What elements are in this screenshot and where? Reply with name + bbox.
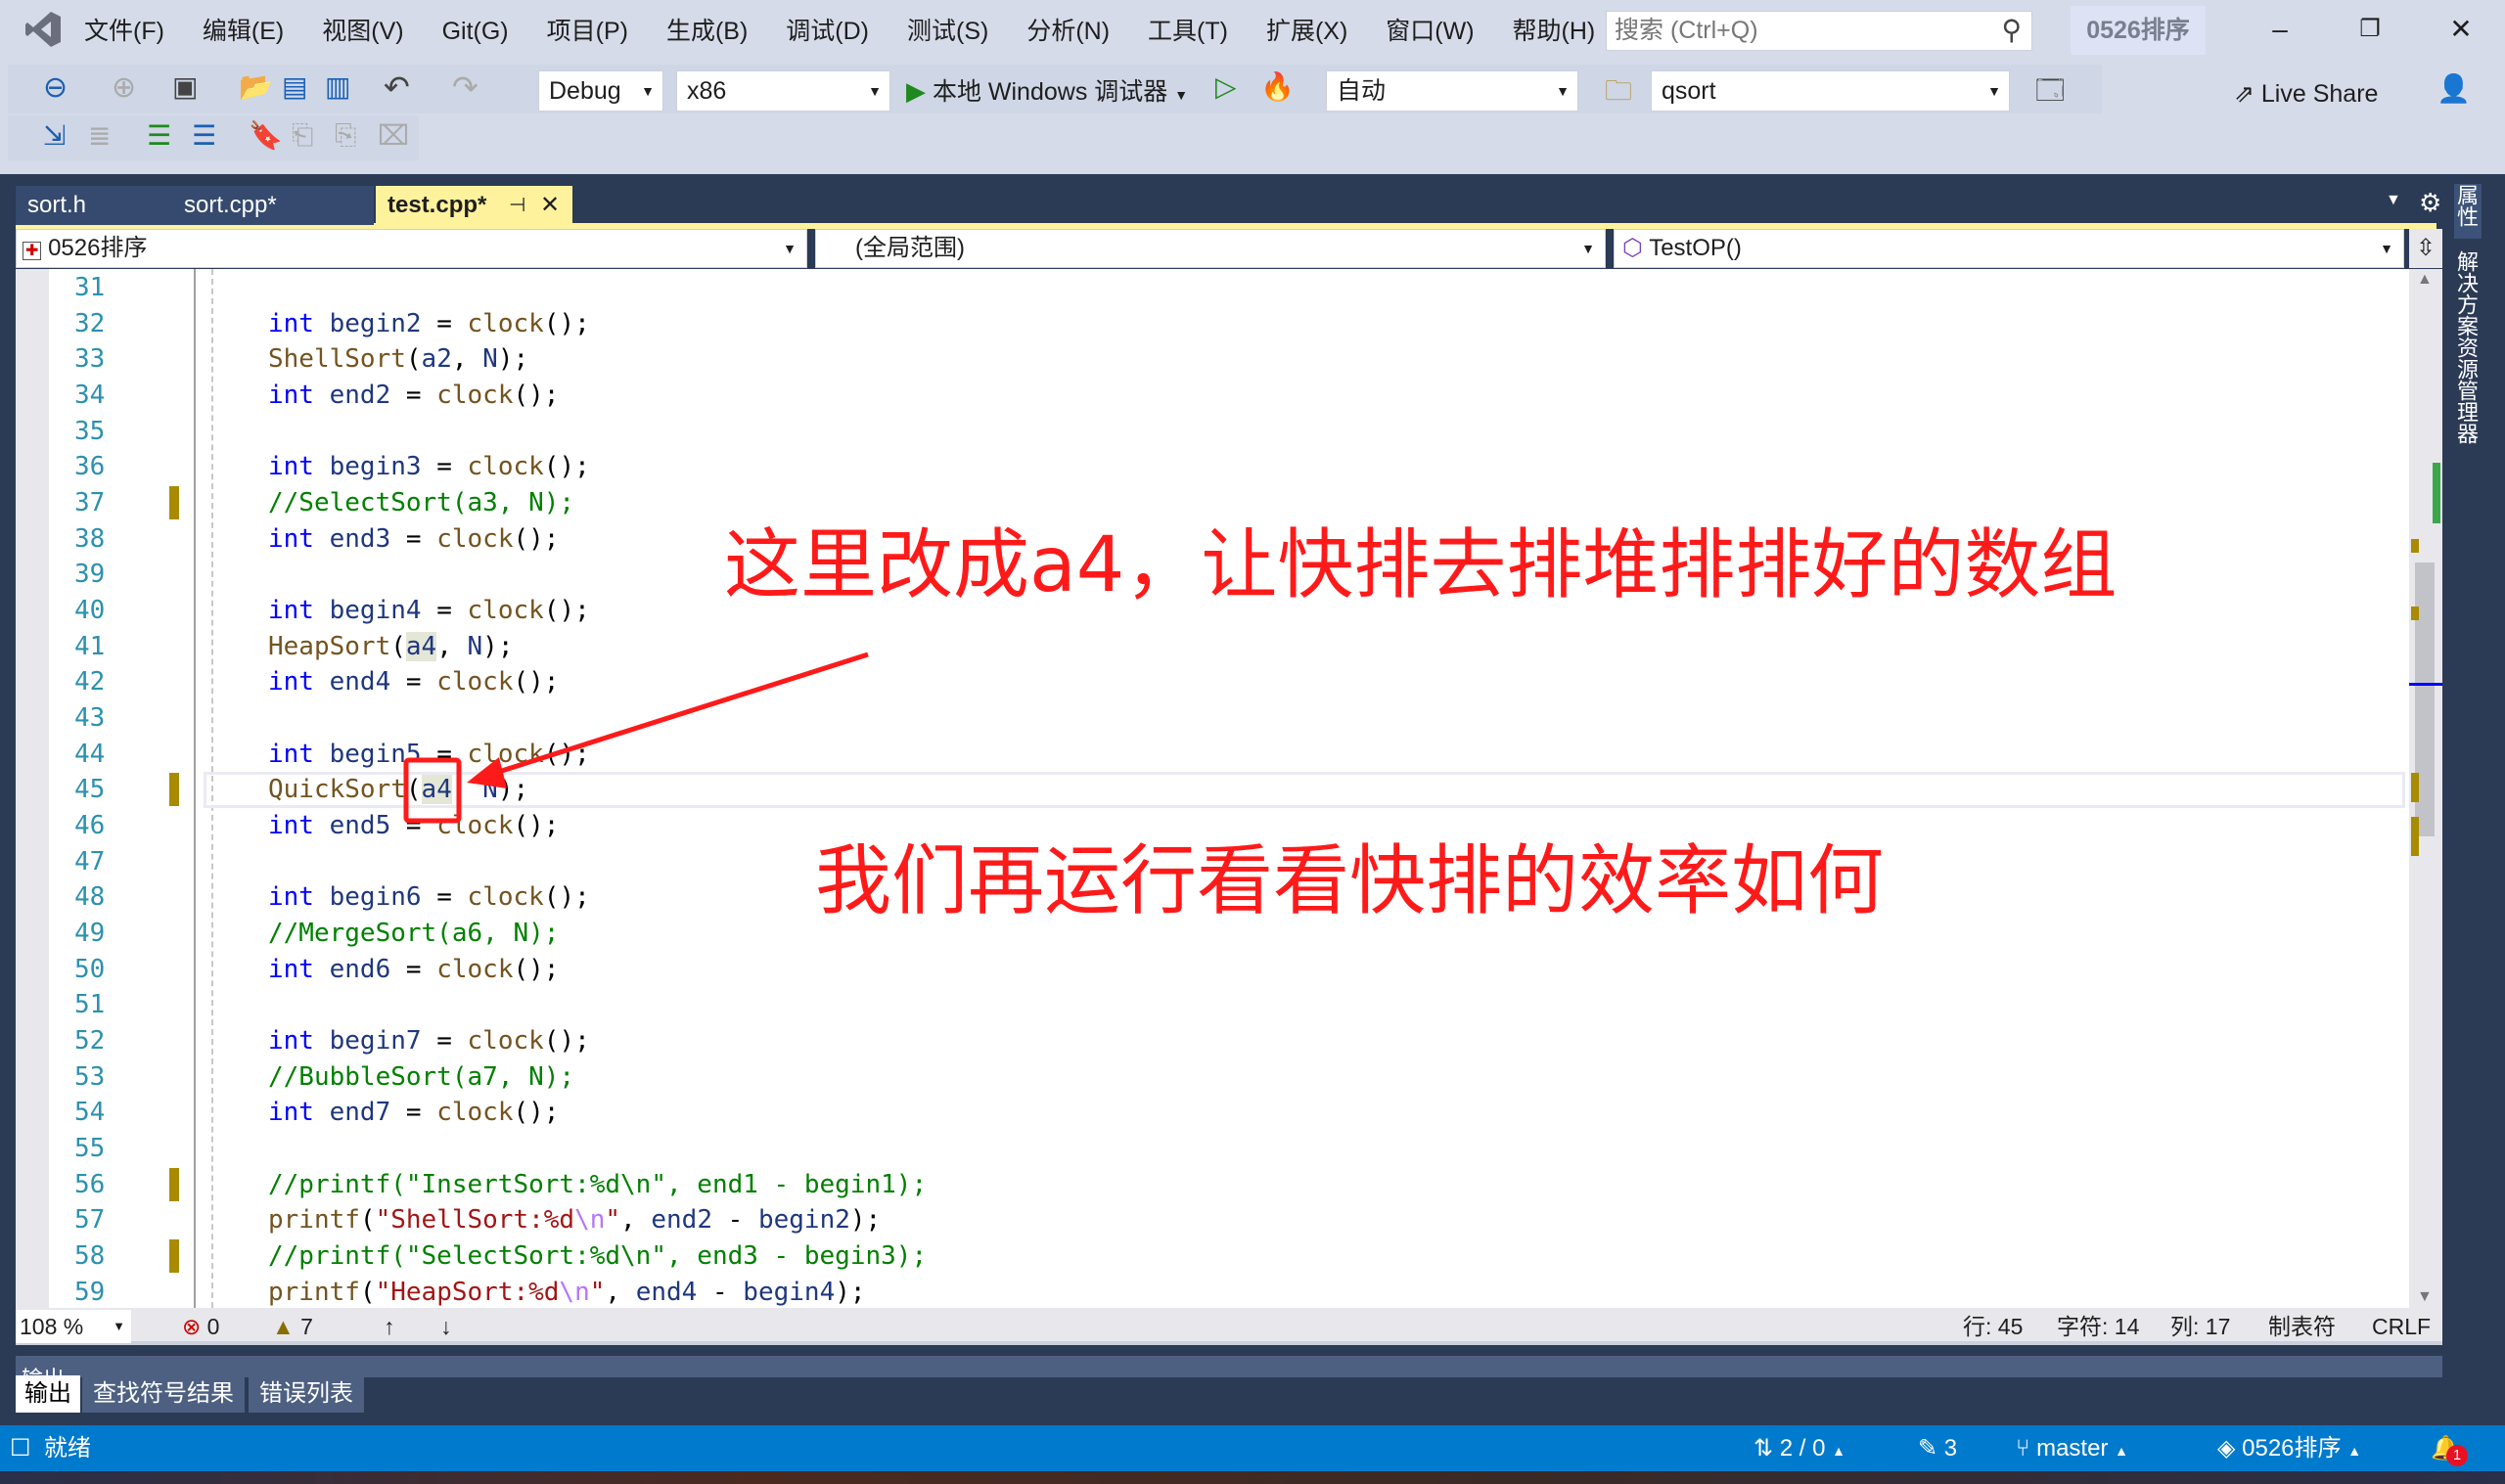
notifications-button[interactable]: 🔔 1 bbox=[2431, 1425, 2468, 1471]
output-tab[interactable]: 查找符号结果 bbox=[82, 1375, 245, 1413]
sync-arrows-icon: ⇅ bbox=[1754, 1435, 1774, 1462]
repo-value: 0526排序 bbox=[2242, 1435, 2342, 1462]
branch-value: master bbox=[2036, 1435, 2109, 1462]
output-tab-label: 输出 bbox=[24, 1380, 71, 1407]
error-icon: ⊗ bbox=[182, 1314, 202, 1339]
next-issue-arrow-icon[interactable]: ↓ bbox=[440, 1310, 452, 1343]
pencil-icon: ✎ bbox=[1918, 1435, 1938, 1462]
pin-icon[interactable]: ⊣ bbox=[509, 186, 525, 225]
branch-status[interactable]: ⑂ master ▲ bbox=[2016, 1425, 2128, 1471]
output-panel-header: 输出 bbox=[16, 1356, 2442, 1377]
error-count-value: 0 bbox=[206, 1314, 220, 1339]
branch-icon: ⑂ bbox=[2016, 1435, 2030, 1462]
chevron-down-icon: ▼ bbox=[113, 1319, 125, 1333]
tab-label: sort.h bbox=[27, 192, 87, 218]
tab-sort-h[interactable]: sort.h bbox=[16, 186, 176, 225]
side-tab-label: 属性 bbox=[2454, 184, 2479, 227]
warning-count[interactable]: ▲ 7 bbox=[272, 1310, 313, 1343]
tab-label: sort.cpp* bbox=[184, 192, 277, 218]
error-count[interactable]: ⊗ 0 bbox=[182, 1310, 219, 1343]
sync-status[interactable]: ⇅ 2 / 0 ▲ bbox=[1754, 1425, 1845, 1471]
line-ending[interactable]: CRLF bbox=[2372, 1310, 2431, 1343]
close-tab-icon[interactable]: ✕ bbox=[540, 186, 560, 225]
line-indicator[interactable]: 行: 45 bbox=[1963, 1310, 2023, 1343]
col-indicator[interactable]: 列: 17 bbox=[2170, 1310, 2230, 1343]
status-bottom-strip bbox=[0, 1471, 2505, 1484]
output-tab-label: 查找符号结果 bbox=[93, 1380, 234, 1407]
ready-icon: ☐ bbox=[10, 1435, 31, 1462]
tab-test-cpp-[interactable]: test.cpp* ⊣ ✕ bbox=[376, 186, 572, 225]
output-tab-label: 错误列表 bbox=[259, 1380, 353, 1407]
chevron-up-icon: ▲ bbox=[2115, 1443, 2128, 1459]
tab-label: test.cpp* bbox=[387, 192, 487, 218]
side-tab[interactable]: 解决方案资源管理器 bbox=[2454, 250, 2482, 470]
zoom-dropdown[interactable]: 108 % ▼ bbox=[16, 1310, 131, 1343]
side-tab[interactable]: 属性 bbox=[2454, 184, 2482, 239]
pending-edits[interactable]: ✎ 3 bbox=[1918, 1425, 1957, 1471]
zoom-value: 108 % bbox=[20, 1314, 84, 1339]
arrow-head bbox=[467, 757, 507, 788]
chevron-up-icon: ▲ bbox=[1832, 1443, 1846, 1459]
status-bar bbox=[0, 1425, 2505, 1471]
arrow-shaft bbox=[488, 652, 869, 778]
repo-status[interactable]: ◈ 0526排序 ▲ bbox=[2217, 1425, 2361, 1471]
repo-icon: ◈ bbox=[2217, 1435, 2236, 1462]
output-tab[interactable]: 输出 bbox=[16, 1375, 80, 1413]
side-tab-label: 解决方案资源管理器 bbox=[2454, 250, 2479, 444]
status-ready: ☐ 就绪 bbox=[10, 1425, 91, 1471]
chevron-up-icon: ▲ bbox=[2347, 1443, 2362, 1459]
prev-issue-arrow-icon[interactable]: ↑ bbox=[384, 1310, 395, 1343]
tab-sort-cpp-[interactable]: sort.cpp* bbox=[172, 186, 374, 225]
indent-mode[interactable]: 制表符 bbox=[2268, 1310, 2336, 1343]
ready-label: 就绪 bbox=[43, 1435, 91, 1462]
warning-count-value: 7 bbox=[300, 1314, 313, 1339]
sync-value: 2 / 0 bbox=[1779, 1435, 1826, 1462]
notification-badge: 1 bbox=[2446, 1445, 2468, 1466]
output-tab[interactable]: 错误列表 bbox=[249, 1375, 364, 1413]
char-indicator[interactable]: 字符: 14 bbox=[2057, 1310, 2139, 1343]
annotation-highlight-box bbox=[403, 757, 462, 824]
edits-value: 3 bbox=[1943, 1435, 1958, 1462]
warning-icon: ▲ bbox=[272, 1314, 295, 1339]
